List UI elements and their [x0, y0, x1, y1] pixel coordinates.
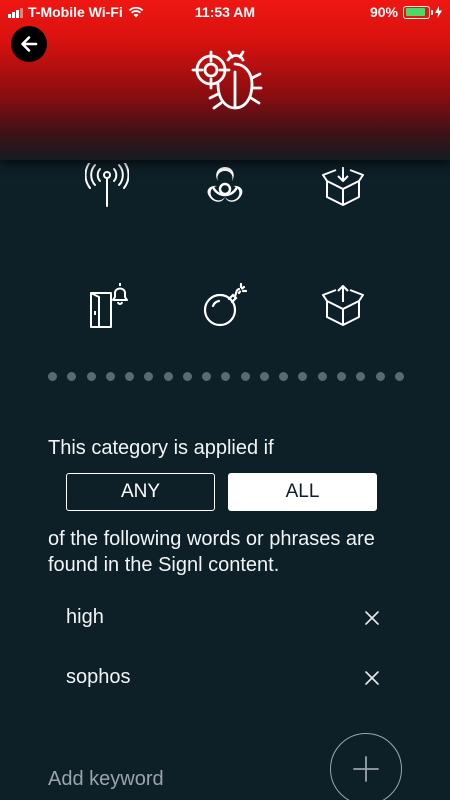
keyword-label: high	[66, 606, 104, 628]
box-upload-icon-cell[interactable]	[313, 275, 373, 335]
page-dot[interactable]	[67, 372, 77, 381]
page-dot[interactable]	[163, 372, 173, 381]
app-header: T-Mobile Wi-Fi 11:53 AM 90%	[0, 0, 450, 160]
page-dot[interactable]	[259, 372, 269, 381]
keyword-row: sophos	[66, 663, 386, 693]
remove-keyword-button[interactable]	[362, 608, 382, 628]
bug-crosshair-icon	[191, 50, 263, 110]
page-dot[interactable]	[298, 372, 308, 381]
biohazard-icon	[207, 167, 243, 202]
status-right: 90%	[370, 4, 442, 20]
antenna-icon	[85, 163, 129, 207]
biohazard-icon-cell[interactable]	[195, 155, 255, 215]
page-dot[interactable]	[221, 372, 231, 381]
battery-percent: 90%	[369, 4, 398, 20]
keyword-row: high	[66, 603, 386, 633]
page-dot[interactable]	[48, 372, 57, 381]
back-arrow-icon	[21, 36, 38, 52]
status-bar: T-Mobile Wi-Fi 11:53 AM 90%	[0, 0, 450, 26]
box-upload-icon	[322, 285, 364, 326]
box-download-icon-cell[interactable]	[313, 155, 373, 215]
page-dot[interactable]	[144, 372, 154, 381]
page-dot[interactable]	[336, 372, 346, 381]
rule-intro-text: This category is applied if	[48, 437, 274, 459]
page-dot[interactable]	[240, 372, 250, 381]
pagination-dots	[48, 372, 404, 382]
box-download-icon	[322, 167, 364, 206]
page-dot[interactable]	[125, 372, 135, 381]
page-dot[interactable]	[394, 372, 404, 381]
page-dot[interactable]	[86, 372, 96, 381]
page-dot[interactable]	[182, 372, 192, 381]
antenna-icon-cell[interactable]	[77, 155, 137, 215]
any-option-button[interactable]: ANY	[66, 473, 215, 511]
page-dot[interactable]	[202, 372, 212, 381]
page-dot[interactable]	[105, 372, 115, 381]
charging-icon	[435, 6, 442, 18]
page-dot[interactable]	[375, 372, 385, 381]
bomb-icon	[203, 282, 248, 327]
plus-icon	[353, 756, 379, 782]
battery-icon	[403, 5, 433, 19]
rule-description: of the following words or phrases are fo…	[48, 526, 418, 578]
keyword-label: sophos	[66, 666, 131, 688]
back-button[interactable]	[11, 26, 47, 62]
add-keyword-button[interactable]	[330, 733, 402, 800]
remove-keyword-button[interactable]	[362, 668, 382, 688]
all-option-button[interactable]: ALL	[228, 473, 377, 511]
add-keyword-label: Add keyword	[48, 768, 164, 790]
page-dot[interactable]	[356, 372, 366, 381]
rule-description-line2: found in the Signl content.	[48, 554, 280, 576]
page-dot[interactable]	[279, 372, 289, 381]
page-dot[interactable]	[317, 372, 327, 381]
rule-description-line1: of the following words or phrases are	[48, 528, 375, 550]
bomb-icon-cell[interactable]	[195, 275, 255, 335]
door-bell-icon	[90, 283, 128, 328]
door-bell-icon-cell[interactable]	[77, 275, 137, 335]
